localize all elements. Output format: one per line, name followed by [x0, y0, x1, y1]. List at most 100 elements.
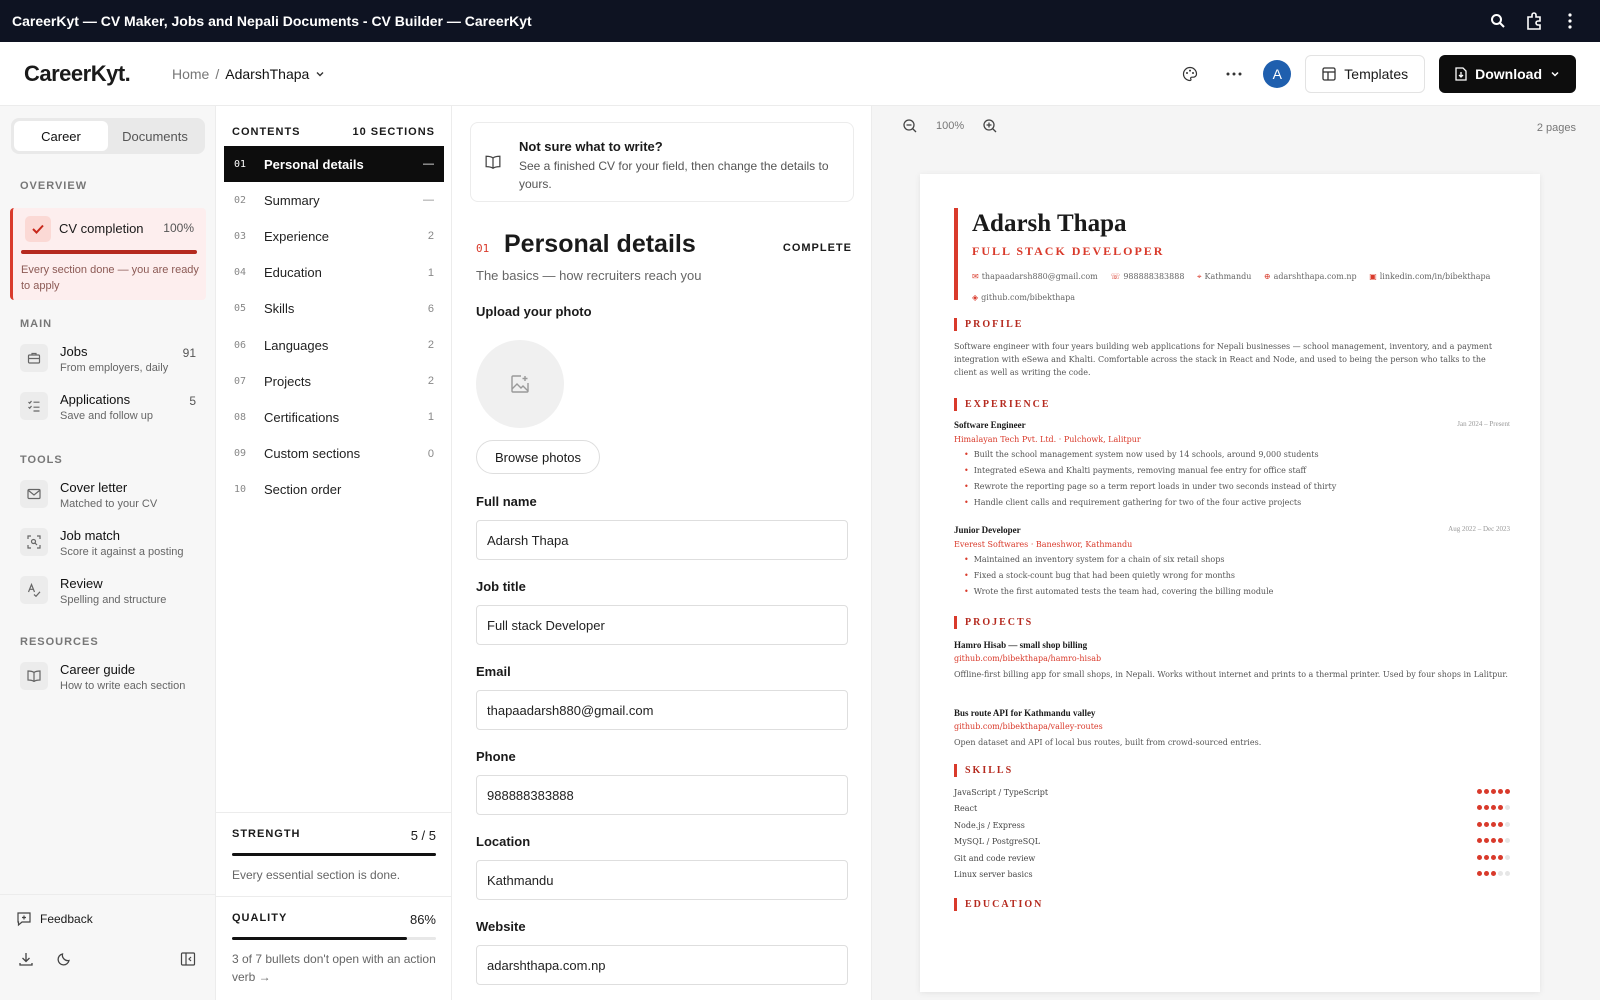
window-titlebar: CareerKyt — CV Maker, Jobs and Nepali Do… — [0, 0, 1600, 42]
contents-item[interactable]: 06 Languages 2 — [224, 327, 444, 363]
sidebar-item-applications[interactable]: Applications Save and follow up 5 — [20, 390, 196, 430]
skill-level-dot — [1505, 805, 1510, 811]
cv-preview-panel: 100% 2 pages Adarsh Thapa FULL STACK DEV… — [872, 106, 1600, 1000]
contents-heading: CONTENTS — [232, 126, 301, 138]
cv-completion-note: Every section done — you are ready to ap… — [21, 264, 199, 292]
cv-project-desc: Offline-first billing app for small shop… — [954, 670, 1508, 679]
zoom-out-icon[interactable] — [902, 118, 918, 134]
contents-item-label: Section order — [264, 482, 342, 498]
cv-skill-name: MySQL / PostgreSQL — [954, 837, 1041, 847]
website-field[interactable] — [476, 945, 848, 985]
search-icon[interactable] — [1480, 13, 1516, 29]
sidebar-item-label: Jobs — [60, 344, 88, 359]
contents-item[interactable]: 02 Summary — — [224, 182, 444, 218]
cv-contact-phone: ☏ 988888383888 — [1110, 272, 1185, 281]
strength-label: STRENGTH — [232, 828, 301, 840]
extension-icon[interactable] — [1516, 12, 1552, 30]
cv-completion-card[interactable]: CV completion 100% Every section done — … — [10, 208, 206, 300]
cv-contact-web: ⊕ adarshthapa.com.np — [1263, 272, 1357, 281]
breadcrumb-home[interactable]: Home — [172, 66, 209, 82]
more-horizontal-icon[interactable] — [1219, 59, 1249, 89]
cv-skill-name: React — [954, 804, 978, 814]
tab-documents[interactable]: Documents — [108, 121, 202, 151]
skill-level-dot — [1491, 821, 1496, 827]
sidebar-item-sub: How to write each section — [60, 680, 186, 692]
skill-level-dot — [1498, 805, 1503, 811]
email-field[interactable] — [476, 690, 848, 730]
moon-icon[interactable] — [56, 951, 72, 967]
job-title-field[interactable] — [476, 605, 848, 645]
contents-item[interactable]: 05 Skills 6 — [224, 291, 444, 327]
quality-note[interactable]: 3 of 7 bullets don't open with an action… — [232, 950, 436, 986]
cv-project-link: github.com/bibekthapa/valley-routes — [954, 722, 1103, 731]
contents-item-label: Projects — [264, 373, 311, 389]
cv-completion-bar — [21, 250, 197, 254]
example-hint-card[interactable]: Not sure what to write? See a finished C… — [470, 122, 854, 202]
contents-item[interactable]: 04 Education 1 — [224, 255, 444, 291]
sidebar-item-count: 5 — [189, 394, 196, 408]
skill-level — [1477, 821, 1510, 827]
status-badge: COMPLETE — [782, 242, 852, 254]
sidebar-item-cover-letter[interactable]: Cover letter Matched to your CV — [20, 478, 196, 518]
download-button[interactable]: Download — [1439, 54, 1576, 93]
skill-level-dot — [1477, 789, 1482, 794]
location-field[interactable] — [476, 860, 848, 900]
sidebar-item-sub: From employers, daily — [60, 362, 169, 374]
sidebar-item-sub: Score it against a posting — [60, 546, 184, 558]
sidebar-footer: Feedback — [0, 894, 216, 966]
sidebar-item-job-match[interactable]: Job match Score it against a posting — [20, 526, 196, 566]
chevron-down-icon[interactable] — [315, 69, 325, 79]
cv-contact-github: ◈ github.com/bibekthapa — [972, 293, 1076, 302]
skill-level-dot — [1498, 821, 1503, 827]
cv-project-desc: Open dataset and API of local bus routes… — [954, 738, 1262, 747]
skill-level-dot — [1498, 838, 1503, 844]
breadcrumb-current[interactable]: AdarshThapa — [225, 66, 309, 82]
photo-upload-area[interactable] — [476, 340, 564, 428]
sidebar-item-career-guide[interactable]: Career guide How to write each section — [20, 660, 196, 700]
skill-level-dot — [1484, 821, 1489, 827]
phone-field[interactable] — [476, 775, 848, 815]
collapse-sidebar-icon[interactable] — [180, 951, 196, 967]
cv-contact-location: ⌖ Kathmandu — [1196, 272, 1252, 281]
section-number: 01 — [476, 242, 490, 255]
tab-career[interactable]: Career — [14, 121, 108, 151]
download-icon[interactable] — [18, 951, 34, 967]
templates-button[interactable]: Templates — [1305, 54, 1426, 93]
contents-item-number: 05 — [234, 303, 247, 315]
sidebar-item-sub: Save and follow up — [60, 410, 153, 422]
feedback-label: Feedback — [40, 912, 93, 926]
skill-level-dot — [1505, 854, 1510, 860]
skill-level-dot — [1477, 871, 1482, 876]
contents-item-count: 1 — [427, 411, 434, 424]
contents-item[interactable]: 09 Custom sections 0 — [224, 436, 444, 472]
kebab-menu-icon[interactable] — [1552, 13, 1588, 29]
contents-item[interactable]: 03 Experience 2 — [224, 218, 444, 254]
contents-item-count: 2 — [427, 375, 434, 388]
cv-skill-name: JavaScript / TypeScript — [954, 788, 1049, 797]
palette-icon[interactable] — [1175, 59, 1205, 89]
feedback-button[interactable]: Feedback — [16, 911, 93, 927]
cv-bullet: Maintained an inventory system for a cha… — [964, 552, 1504, 568]
browse-photos-button[interactable]: Browse photos — [476, 440, 600, 474]
cv-job-dates: Aug 2022 – Dec 2023 — [1448, 525, 1510, 533]
logo[interactable]: CareerKyt. — [24, 61, 172, 87]
check-icon — [25, 216, 51, 242]
contents-item[interactable]: 08 Certifications 1 — [224, 399, 444, 435]
cv-heading-experience: EXPERIENCE — [954, 398, 1051, 411]
cv-bullet: Integrated eSewa and Khalti payments, re… — [964, 463, 1504, 479]
quality-label: QUALITY — [232, 912, 288, 924]
contents-item[interactable]: 01 Personal details — — [224, 146, 444, 182]
sidebar-item-review[interactable]: Review Spelling and structure — [20, 574, 196, 614]
skill-level-dot — [1498, 871, 1503, 876]
contents-item[interactable]: 10 Section order — [224, 472, 444, 508]
contents-item[interactable]: 07 Projects 2 — [224, 363, 444, 399]
breadcrumb-separator: / — [215, 65, 220, 82]
zoom-toolbar: 100% — [902, 118, 998, 134]
website-label: Website — [476, 919, 526, 934]
sidebar-item-jobs[interactable]: Jobs From employers, daily 91 — [20, 342, 196, 382]
hint-text: See a finished CV for your field, then c… — [519, 159, 829, 191]
full-name-field[interactable] — [476, 520, 848, 560]
avatar[interactable]: A — [1263, 59, 1292, 88]
zoom-in-icon[interactable] — [982, 118, 998, 134]
cv-page: Adarsh Thapa FULL STACK DEVELOPER ✉ thapa… — [920, 174, 1540, 992]
